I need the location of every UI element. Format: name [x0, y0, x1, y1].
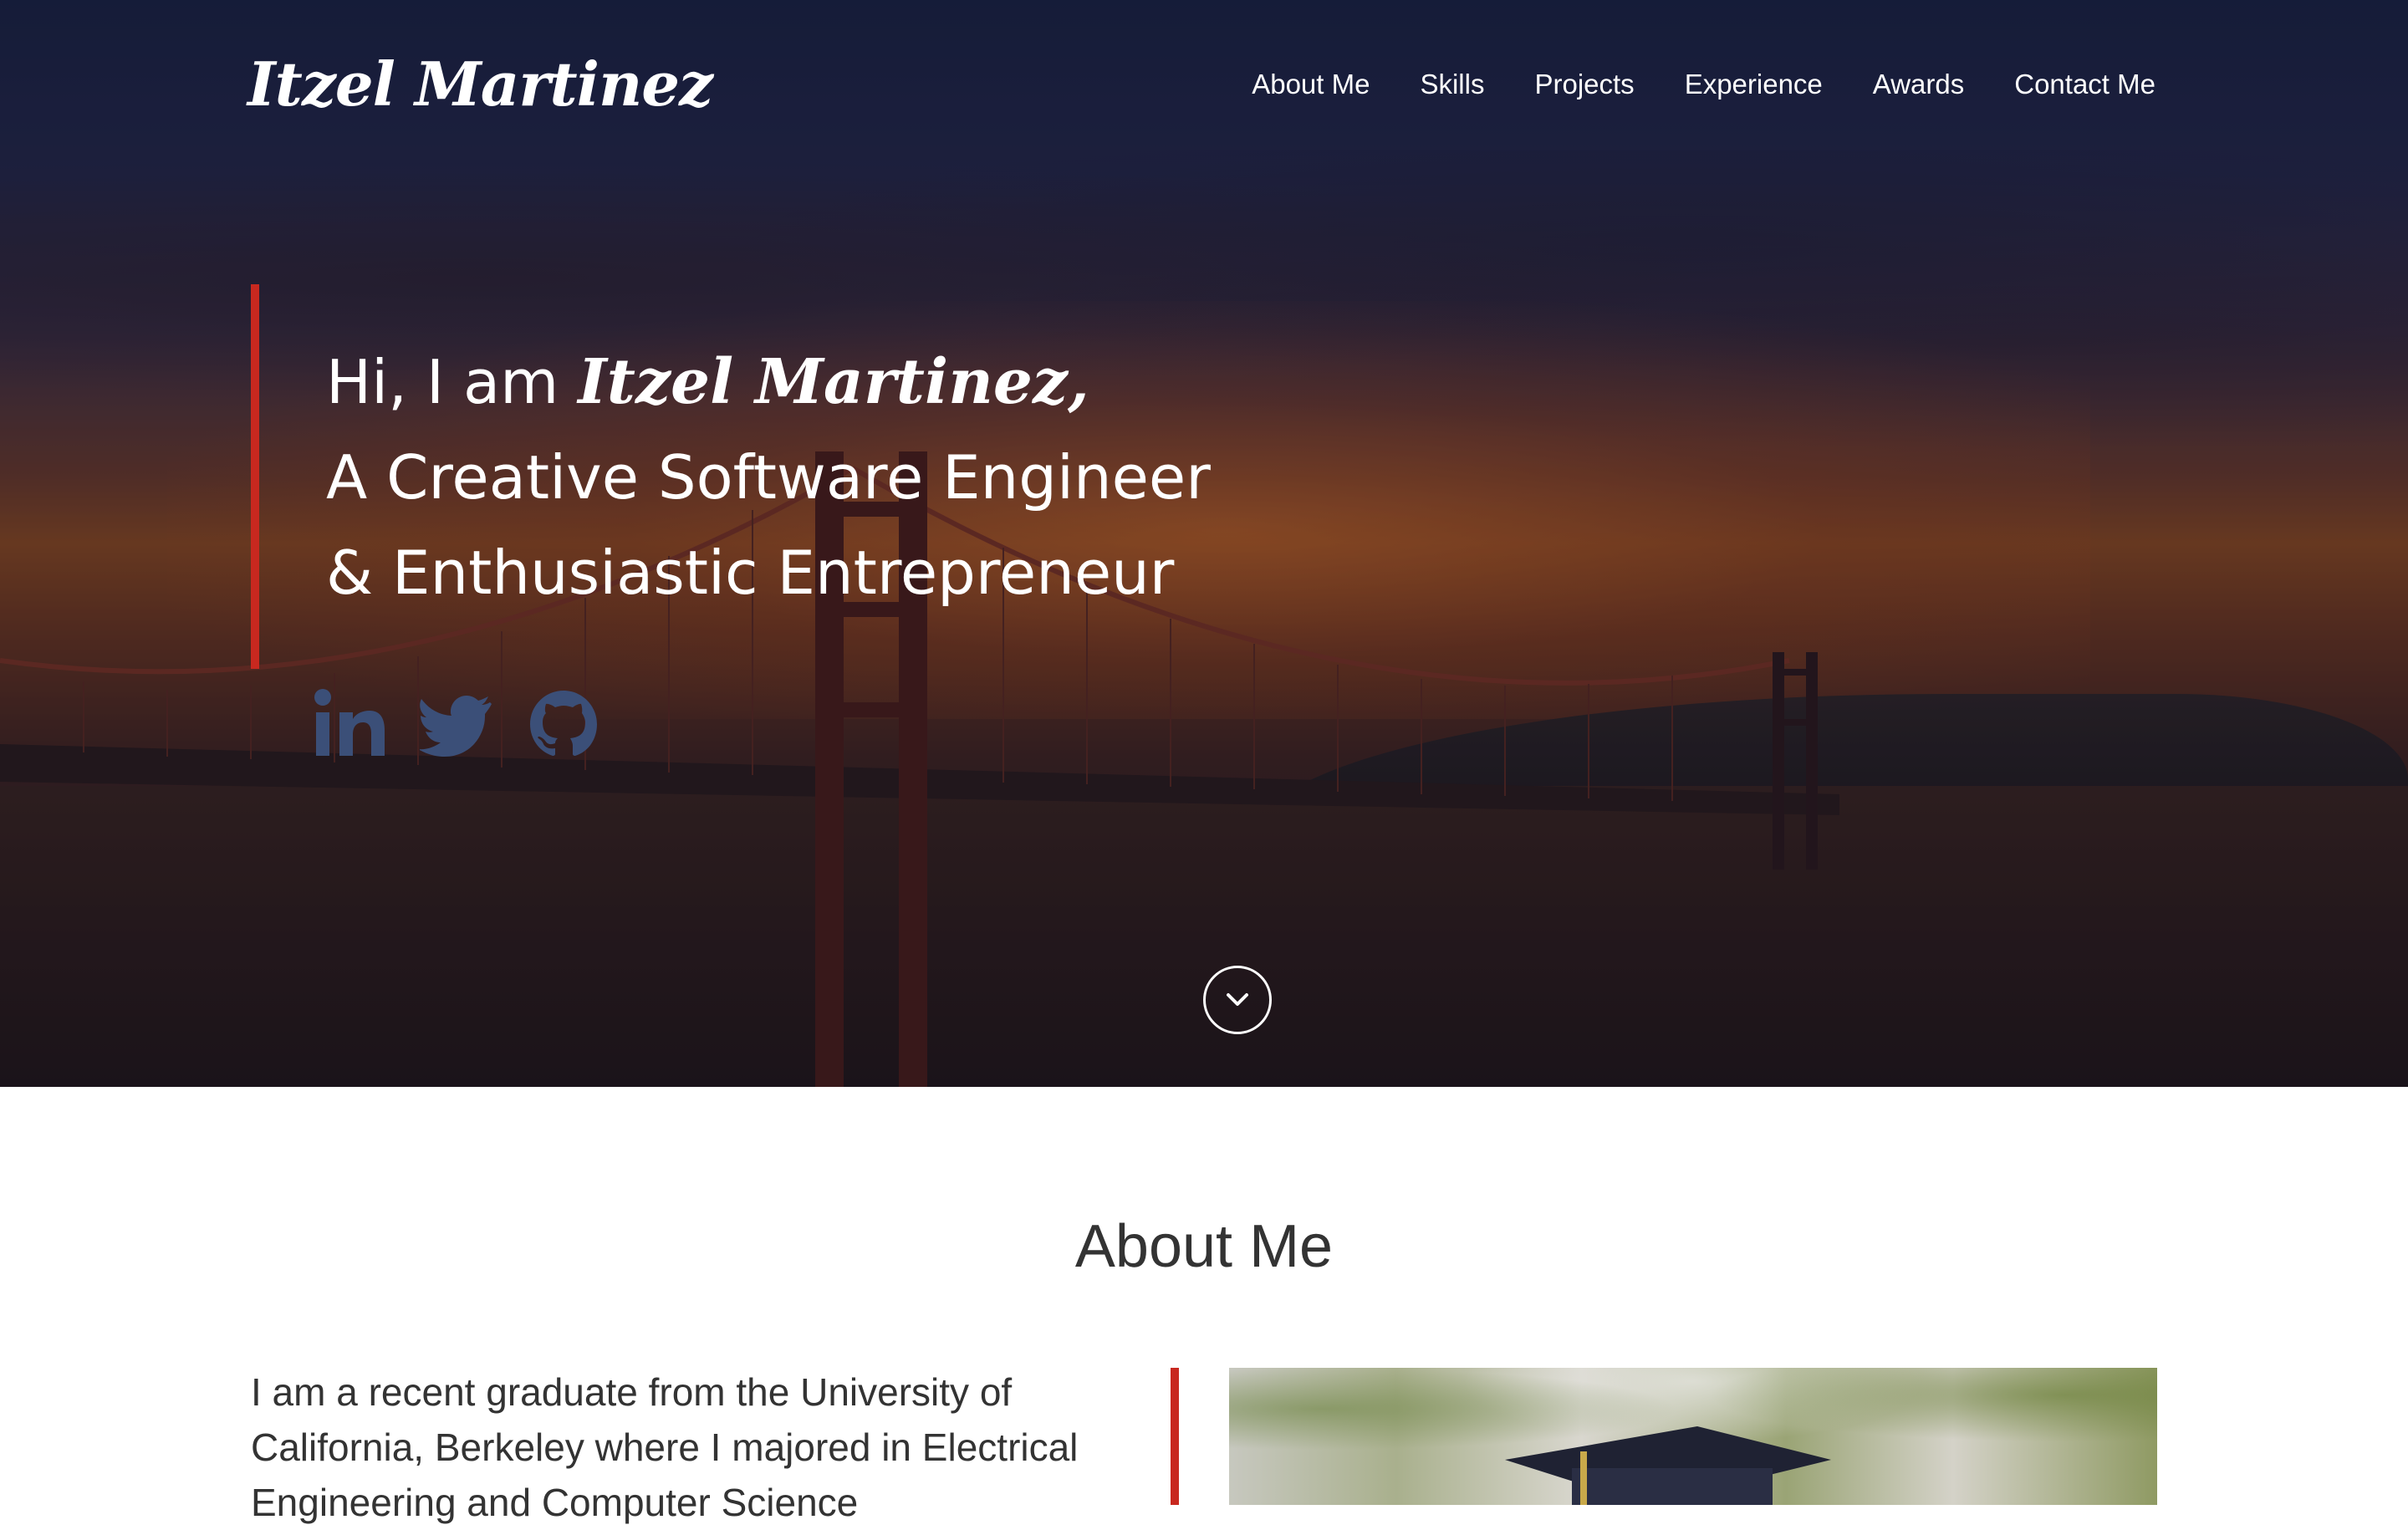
linkedin-icon[interactable]: [313, 687, 386, 761]
twitter-icon[interactable]: [418, 687, 493, 761]
graduation-cap-image: [1505, 1426, 1831, 1505]
nav-about-me[interactable]: About Me: [1252, 69, 1370, 100]
chevron-down-icon: [1227, 993, 1248, 1006]
hero-intro: Hi, I am Itzel Martinez, A Creative Soft…: [326, 334, 1211, 620]
graduation-photo: [1229, 1368, 2157, 1505]
intro-greeting: Hi, I am: [326, 347, 559, 417]
scroll-down-button[interactable]: [1203, 966, 1272, 1034]
nav-awards[interactable]: Awards: [1873, 69, 1964, 100]
nav-contact-me[interactable]: Contact Me: [2014, 69, 2155, 100]
main-nav: About Me Skills Projects Experience Awar…: [1252, 69, 2155, 100]
intro-name: Itzel Martinez,: [578, 346, 1089, 418]
about-accent-divider: [1171, 1368, 1179, 1505]
intro-line-3: & Enthusiastic Entrepreneur: [326, 538, 1175, 608]
nav-projects[interactable]: Projects: [1534, 69, 1634, 100]
social-links: [313, 687, 600, 761]
about-heading: About Me: [1074, 1213, 1334, 1280]
about-text: I am a recent graduate from the Universi…: [251, 1370, 1079, 1524]
nav-skills[interactable]: Skills: [1420, 69, 1484, 100]
github-icon[interactable]: [527, 687, 600, 761]
site-logo[interactable]: Itzel Martinez: [247, 48, 713, 120]
intro-accent-bar: [251, 284, 259, 669]
intro-line-2: A Creative Software Engineer: [326, 442, 1211, 513]
intro-line-1: Hi, I am Itzel Martinez,: [326, 334, 1211, 430]
nav-experience[interactable]: Experience: [1685, 69, 1823, 100]
